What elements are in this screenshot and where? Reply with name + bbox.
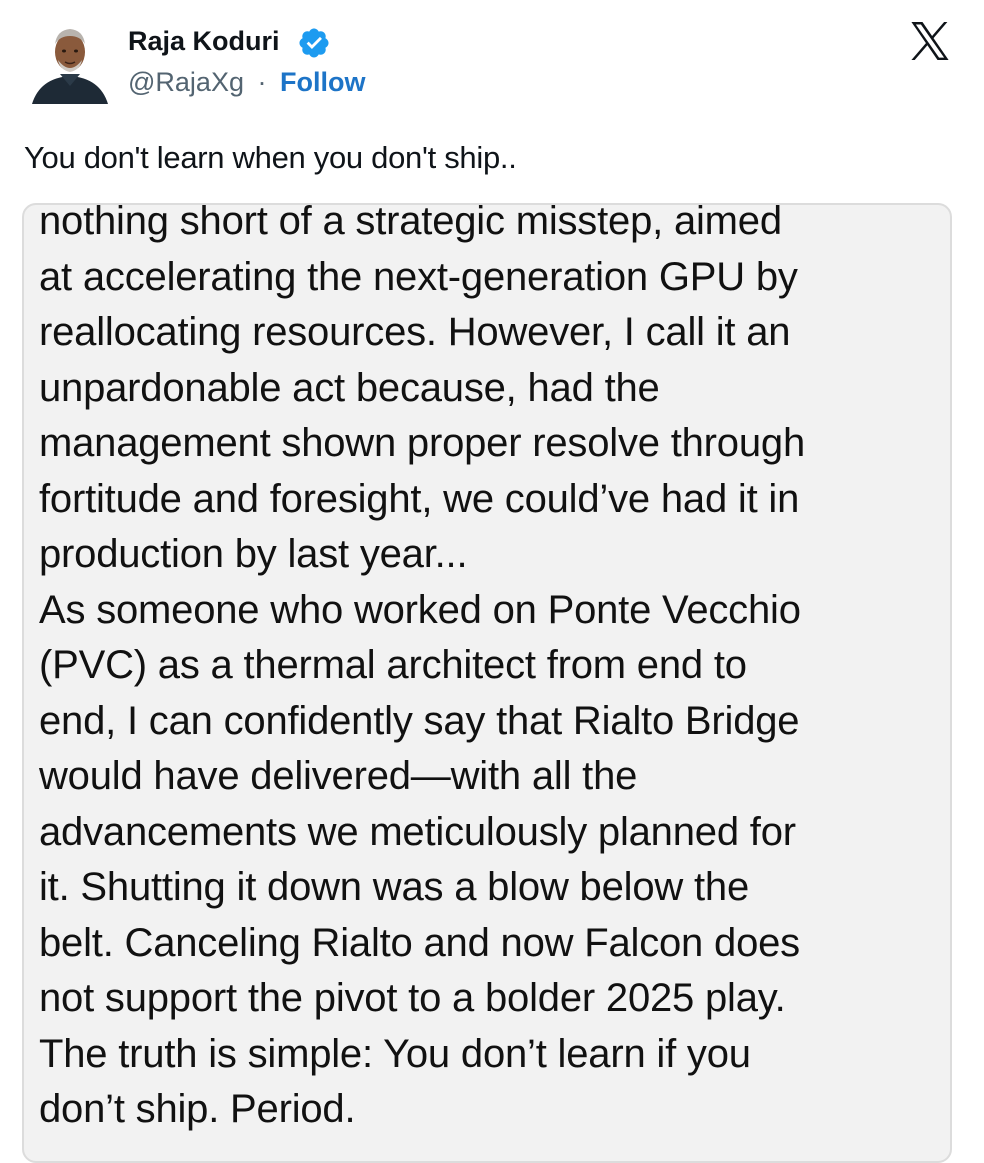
quoted-text-line: at accelerating the next-generation GPU … [39,254,798,299]
quoted-text-line: management shown proper resolve through [39,421,805,465]
quoted-text-image[interactable]: nothing short of a strategic misstep, ai… [22,203,952,1163]
quoted-text-line: reallocating resources. However, I call … [39,310,791,354]
handle-row: @RajaXg · Follow [128,64,365,100]
quoted-text-line: it. Shutting it down was a blow below th… [39,865,749,909]
quoted-text-line: production by last year... [39,532,468,576]
quoted-text-line: not support the pivot to a bolder 2025 p… [39,976,786,1020]
user-handle[interactable]: @RajaXg [128,67,244,97]
quoted-text-line: fortitude and foresight, we could’ve had… [39,476,800,521]
avatar[interactable] [30,16,110,108]
handle-separator: · [257,67,267,97]
tweet-text: You don't learn when you don't ship.. [24,140,517,175]
avatar-image [30,16,110,108]
quoted-text-line: don’t ship. Period. [39,1087,356,1131]
follow-button[interactable]: Follow [280,67,365,97]
quoted-text-line: nothing short of a strategic misstep, ai… [39,203,782,243]
quoted-text-line: The truth is simple: You don’t learn if … [39,1031,751,1076]
quoted-text-line: (PVC) as a thermal architect from end to [39,643,747,687]
quoted-text-line: As someone who worked on Ponte Vecchio [39,587,801,632]
quoted-text-line: advancements we meticulously planned for [39,809,796,854]
verified-badge-icon [299,28,329,58]
quoted-text-line: would have delivered—with all the [39,754,638,798]
quoted-text-line: belt. Canceling Rialto and now Falcon do… [39,920,800,965]
quoted-text-line: end, I can confidently say that Rialto B… [39,698,800,743]
quoted-text-line: unpardonable act because, had the [39,365,660,410]
display-name[interactable]: Raja Koduri [128,24,280,58]
quoted-text-lines: nothing short of a strategic misstep, ai… [39,203,805,1138]
x-logo-icon[interactable] [906,22,954,60]
